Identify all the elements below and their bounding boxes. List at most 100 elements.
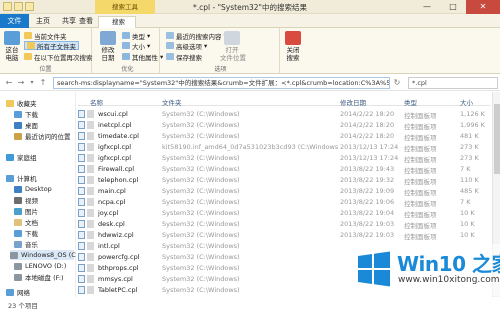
- file-name: timedate.cpl: [98, 132, 139, 140]
- file-name: hdwwiz.cpl: [98, 231, 134, 239]
- nav-label: Desktop: [25, 185, 52, 193]
- file-date: 2014/2/22 18:20: [340, 132, 395, 140]
- checkbox-icon[interactable]: [78, 165, 85, 173]
- file-name: igfxcpl.cpl: [98, 154, 132, 162]
- nav-drive-f[interactable]: 本地磁盘 (F:): [14, 272, 64, 282]
- ribbon: 这台 电脑 当前文件夹 所有子文件夹 在以下位置再次搜索 位置 修改 日期 类型…: [0, 28, 500, 74]
- file-size: 7 K: [460, 198, 471, 206]
- search-again-button[interactable]: 在以下位置再次搜索: [24, 52, 93, 62]
- other-properties-button[interactable]: 其他属性 ▾: [122, 52, 163, 62]
- open-file-location-button[interactable]: 打开 文件位置: [220, 31, 246, 62]
- table-row[interactable]: igfxcpl.cpl kit58190.inf_amd64_0d7a531023…: [78, 141, 490, 153]
- nav-videos[interactable]: 视频: [14, 195, 38, 205]
- nav-documents[interactable]: 文档: [14, 217, 38, 227]
- table-row[interactable]: desk.cpl System32 (C:\Windows) 2013/8/22 1…: [78, 218, 490, 230]
- file-size: 10 K: [460, 209, 475, 217]
- column-type[interactable]: 类型: [404, 97, 417, 107]
- nav-pictures[interactable]: 图片: [14, 206, 38, 216]
- forward-arrow-icon[interactable]: →: [16, 78, 26, 88]
- checkbox-icon[interactable]: [78, 176, 85, 184]
- file-folder: System32 (C:\Windows): [162, 121, 240, 129]
- recent-searches-button[interactable]: 最近的搜索内容 ▾: [166, 31, 227, 41]
- tab-file[interactable]: 文件: [0, 14, 29, 28]
- table-row[interactable]: main.cpl System32 (C:\Windows) 2013/8/22 1…: [78, 185, 490, 197]
- this-pc-button[interactable]: 这台 电脑: [4, 31, 20, 62]
- file-folder: System32 (C:\Windows): [162, 198, 240, 206]
- scrollbar-thumb[interactable]: [494, 104, 500, 174]
- nav-music[interactable]: 音乐: [14, 239, 38, 249]
- close-search-button[interactable]: 关闭 搜索: [283, 31, 303, 62]
- nav-recent[interactable]: 最近访问的位置: [14, 131, 71, 141]
- checkbox-icon[interactable]: [78, 132, 85, 140]
- nav-favorites[interactable]: 收藏夹: [6, 98, 37, 108]
- file-name: inetcpl.cpl: [98, 121, 132, 129]
- kind-button[interactable]: 类型 ▾: [122, 31, 151, 41]
- nav-drive-c[interactable]: Windows8_OS (C: [10, 250, 76, 260]
- nav-desktop-folder[interactable]: Desktop: [14, 184, 52, 194]
- nav-downloads[interactable]: 下载: [14, 109, 38, 119]
- file-date: 2013/8/22 19:32: [340, 176, 395, 184]
- table-row[interactable]: Firewall.cpl System32 (C:\Windows) 2013/8/…: [78, 163, 490, 175]
- nav-drive-d[interactable]: LENOVO (D:): [14, 261, 66, 271]
- chevron-down-icon: ▾: [147, 31, 151, 40]
- column-size[interactable]: 大小: [460, 97, 473, 107]
- cpl-file-icon: [87, 198, 94, 206]
- column-date[interactable]: 修改日期: [340, 97, 366, 107]
- close-button[interactable]: ✕: [466, 0, 500, 14]
- watermark-brand: Win10 之家: [397, 252, 500, 276]
- address-bar[interactable]: search-ms:displayname="System32"中的搜索结果&c…: [53, 77, 390, 89]
- checkbox-icon[interactable]: [78, 209, 85, 217]
- nav-homegroup[interactable]: 家庭组: [6, 152, 37, 162]
- nav-network[interactable]: 网络: [6, 287, 30, 297]
- checkbox-icon[interactable]: [78, 253, 85, 261]
- date-modified-button[interactable]: 修改 日期: [99, 31, 117, 62]
- checkbox-icon[interactable]: [78, 264, 85, 272]
- checkbox-icon[interactable]: [78, 198, 85, 206]
- file-size: 273 K: [460, 143, 479, 151]
- checkbox-icon[interactable]: [78, 110, 85, 118]
- checkbox-icon[interactable]: [78, 242, 85, 250]
- checkbox-icon[interactable]: [78, 231, 85, 239]
- nav-desktop[interactable]: 桌面: [14, 120, 38, 130]
- advanced-options-button[interactable]: 高级选项 ▾: [166, 41, 207, 51]
- options-group-label: 选项: [214, 66, 227, 73]
- nav-computer[interactable]: 计算机: [6, 173, 37, 183]
- table-row[interactable]: telephon.cpl System32 (C:\Windows) 2013/8/…: [78, 174, 490, 186]
- back-arrow-icon[interactable]: ←: [4, 78, 14, 88]
- table-row[interactable]: igfxcpl.cpl System32 (C:\Windows) 2013/12/…: [78, 152, 490, 164]
- minimize-button[interactable]: —: [414, 0, 440, 14]
- tab-home[interactable]: 主页: [31, 14, 55, 28]
- table-row[interactable]: hdwwiz.cpl System32 (C:\Windows) 2013/8/22…: [78, 229, 490, 241]
- save-search-button[interactable]: 保存搜索: [166, 52, 202, 62]
- current-folder-button[interactable]: 当前文件夹: [24, 31, 67, 41]
- size-button[interactable]: 大小 ▾: [122, 41, 150, 51]
- checkbox-icon[interactable]: [78, 275, 85, 283]
- search-input[interactable]: *.cpl: [408, 77, 498, 89]
- table-row[interactable]: timedate.cpl System32 (C:\Windows) 2014/2/…: [78, 130, 490, 142]
- cpl-file-icon: [87, 253, 94, 261]
- nav-downloads-folder[interactable]: 下载: [14, 228, 38, 238]
- checkbox-icon[interactable]: [78, 187, 85, 195]
- checkbox-icon[interactable]: [78, 143, 85, 151]
- table-row[interactable]: ncpa.cpl System32 (C:\Windows) 2013/8/22 1…: [78, 196, 490, 208]
- nav-label: 图片: [25, 208, 38, 216]
- kind-label: 类型: [132, 32, 145, 41]
- desktop-icon: [14, 185, 22, 193]
- table-row[interactable]: wscui.cpl System32 (C:\Windows) 2014/2/22 …: [78, 108, 490, 120]
- checkbox-icon[interactable]: [78, 220, 85, 228]
- checkbox-icon[interactable]: [78, 121, 85, 129]
- table-row[interactable]: inetcpl.cpl System32 (C:\Windows) 2014/2/2…: [78, 119, 490, 131]
- up-arrow-icon[interactable]: ↑: [38, 78, 48, 88]
- document-icon: [14, 218, 22, 226]
- refresh-icon[interactable]: ↻: [392, 78, 402, 88]
- nav-label: 视频: [25, 197, 38, 205]
- chevron-down-icon[interactable]: ▾: [27, 78, 37, 88]
- column-name[interactable]: 名称: [90, 97, 103, 107]
- maximize-button[interactable]: □: [440, 0, 466, 14]
- checkbox-icon[interactable]: [78, 286, 85, 294]
- tab-view[interactable]: 查看: [74, 14, 98, 28]
- column-folder[interactable]: 文件夹: [162, 97, 182, 107]
- all-subfolders-button[interactable]: 所有子文件夹: [24, 41, 79, 51]
- checkbox-icon[interactable]: [78, 154, 85, 162]
- table-row[interactable]: joy.cpl System32 (C:\Windows) 2013/8/22 19…: [78, 207, 490, 219]
